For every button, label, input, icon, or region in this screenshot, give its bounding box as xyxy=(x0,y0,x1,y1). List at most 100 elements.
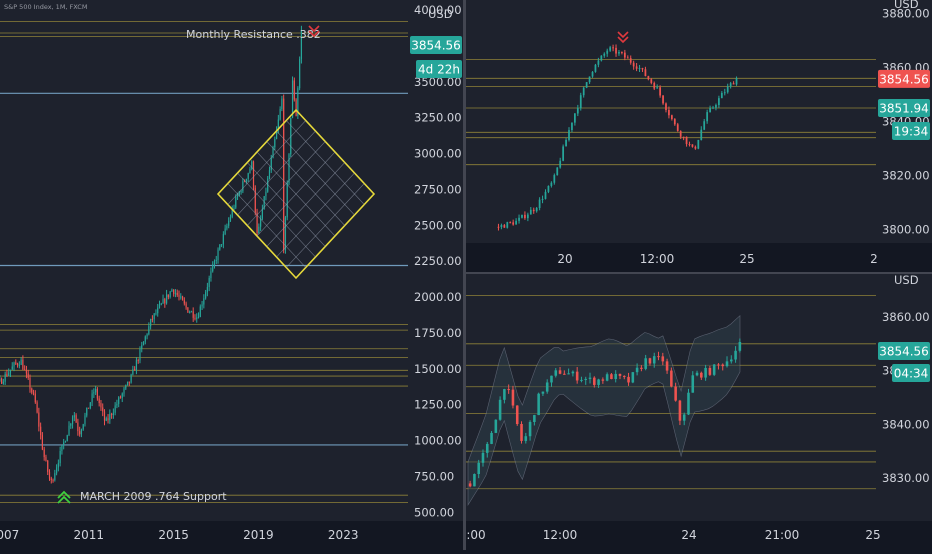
candle-body xyxy=(131,375,132,383)
candle-body xyxy=(138,360,139,361)
candle-body xyxy=(721,93,723,98)
candle-body xyxy=(633,63,635,67)
candle-body xyxy=(662,356,665,361)
candle-body xyxy=(614,374,617,379)
candle-body xyxy=(550,376,553,383)
candle-body xyxy=(691,375,694,392)
candle-body xyxy=(533,210,535,211)
candle-body xyxy=(159,305,160,308)
candle-body xyxy=(1,379,2,384)
candle-body xyxy=(730,83,732,86)
candle-body xyxy=(623,376,626,377)
candle-body xyxy=(139,349,140,361)
candle-body xyxy=(148,326,149,334)
candle-body xyxy=(106,418,107,421)
y-tick-label: 2750.00 xyxy=(414,182,462,196)
candle-body xyxy=(154,313,155,319)
candle-body xyxy=(677,124,679,131)
candle-body xyxy=(58,463,59,467)
candle-body xyxy=(155,313,156,314)
candle-body xyxy=(86,408,87,416)
candle-body xyxy=(19,365,20,366)
candle-body xyxy=(182,297,183,301)
candle-body xyxy=(630,58,632,63)
candle-body xyxy=(473,474,476,486)
resistance-label: Monthly Resistance .382 xyxy=(186,28,321,41)
candle-body xyxy=(542,199,544,200)
x-tick-label: 25 xyxy=(865,528,880,542)
candle-body xyxy=(627,377,630,383)
y-tick-label: 2250.00 xyxy=(414,254,462,268)
horizontal-divider xyxy=(466,272,932,274)
candle-body xyxy=(527,215,529,219)
candle-body xyxy=(503,225,505,228)
candle-body xyxy=(724,92,726,93)
candle-body xyxy=(600,56,602,61)
candle-body xyxy=(574,113,576,122)
candle-body xyxy=(10,370,11,373)
candle-body xyxy=(653,83,655,89)
candle-body xyxy=(621,52,623,53)
y-tick-label: 3840.00 xyxy=(882,417,930,431)
candle-body xyxy=(700,373,703,378)
candle-body xyxy=(603,54,605,56)
candle-body xyxy=(666,361,669,370)
charts-svg[interactable]: Monthly Resistance .382MARCH 2009 .764 S… xyxy=(0,0,932,550)
candle-body xyxy=(210,271,211,278)
candle-body xyxy=(129,382,130,383)
candle-body xyxy=(537,394,540,415)
y-tick-label: 2500.00 xyxy=(414,218,462,232)
candle-body xyxy=(180,297,181,298)
candle-body xyxy=(563,374,566,375)
candle-body xyxy=(29,378,30,389)
candle-body xyxy=(237,195,238,197)
candle-body xyxy=(662,96,664,104)
candle-body xyxy=(173,290,174,294)
candle-body xyxy=(150,319,151,326)
candle-body xyxy=(598,61,600,65)
candle-body xyxy=(21,360,22,365)
candle-body xyxy=(184,300,185,303)
candle-body xyxy=(674,386,677,400)
candle-body xyxy=(506,222,508,228)
candle-body xyxy=(33,392,34,393)
chart-title: S&P 500 Index, 1M, FXCM xyxy=(4,3,87,11)
candle-body xyxy=(495,420,498,433)
candle-body xyxy=(35,394,36,403)
candle-body xyxy=(219,244,220,249)
candle-body xyxy=(530,210,532,215)
candle-body xyxy=(644,358,647,369)
candle-body xyxy=(536,208,538,211)
candle-body xyxy=(683,137,685,138)
candle-body xyxy=(40,427,41,435)
candle-body xyxy=(639,68,641,69)
candle-body xyxy=(191,311,192,312)
x-tick-label: :00 xyxy=(466,528,485,542)
candle-body xyxy=(503,389,506,400)
candle-body xyxy=(653,356,656,363)
x-tick-label: 2015 xyxy=(158,528,189,542)
candle-body xyxy=(207,287,208,292)
candle-body xyxy=(507,389,510,390)
candle-body xyxy=(689,144,691,145)
candle-body xyxy=(47,461,48,472)
candle-body xyxy=(88,408,89,409)
candle-body xyxy=(95,389,96,392)
y-tick-label: 3800.00 xyxy=(882,223,930,237)
candle-body xyxy=(686,137,688,144)
candle-body xyxy=(26,370,27,374)
candle-body xyxy=(196,318,197,319)
candle-body xyxy=(683,415,686,421)
y-tick-label: 1500.00 xyxy=(414,362,462,376)
candle-body xyxy=(72,417,73,423)
candle-body xyxy=(700,130,702,140)
candle-body xyxy=(687,393,690,415)
candle-body xyxy=(31,389,32,393)
candle-body xyxy=(90,402,91,408)
candle-body xyxy=(240,191,241,192)
candle-body xyxy=(636,66,638,68)
candle-body xyxy=(567,373,570,374)
candle-body xyxy=(186,303,187,307)
candle-body xyxy=(122,393,123,397)
candle-body xyxy=(550,183,552,186)
